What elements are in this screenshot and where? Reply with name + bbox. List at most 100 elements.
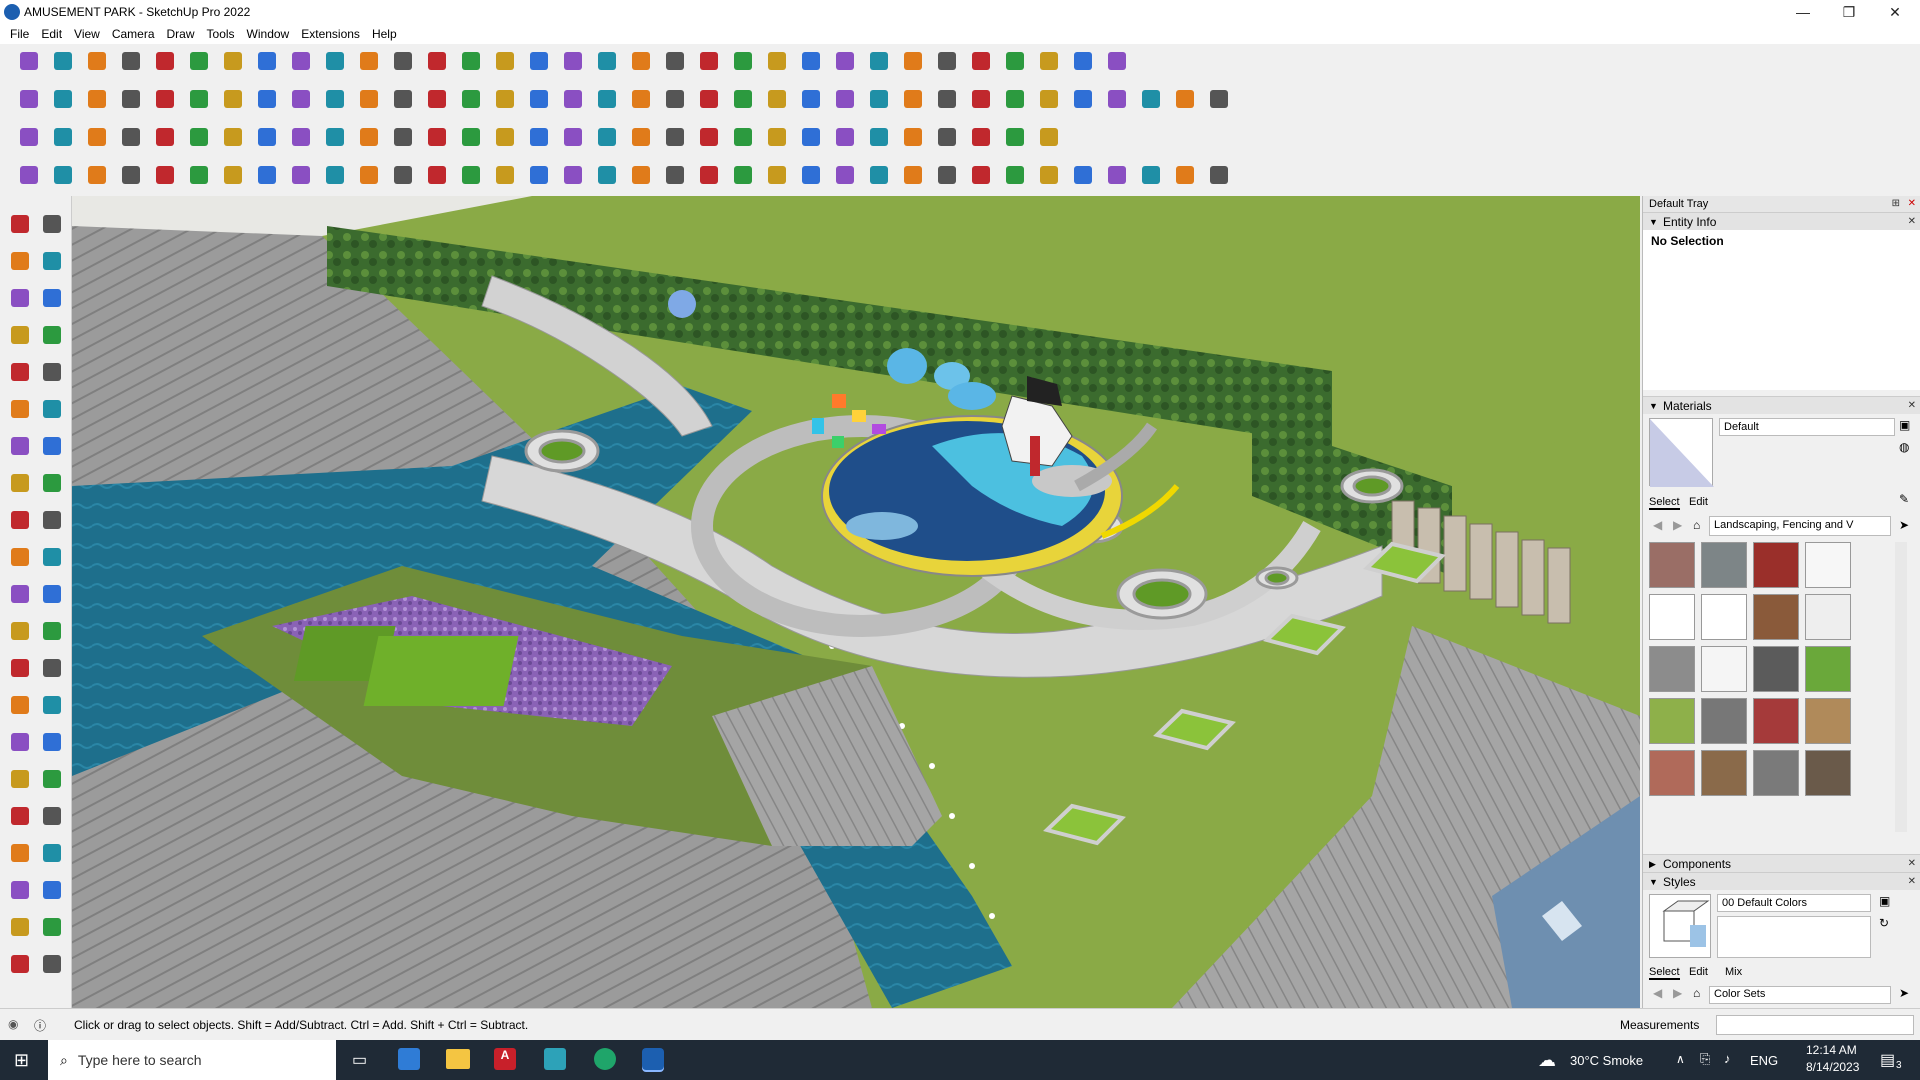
down-arrow-icon[interactable]	[934, 48, 960, 74]
acrobat-app-icon[interactable]: A	[494, 1048, 516, 1070]
sample-paint-icon[interactable]: ✎	[1899, 492, 1909, 506]
app-icon[interactable]	[544, 1048, 566, 1070]
extension-icon[interactable]	[866, 48, 892, 74]
material-swatch[interactable]	[1805, 750, 1851, 796]
material-swatch[interactable]	[1805, 594, 1851, 640]
intersect-tool-icon[interactable]	[38, 913, 66, 941]
star-blue-icon[interactable]	[458, 124, 484, 150]
styles-tab-select[interactable]: Select	[1649, 966, 1680, 980]
rotated-rect-icon[interactable]	[38, 358, 66, 386]
top-view-icon[interactable]	[50, 86, 76, 112]
hand-grab-icon[interactable]	[526, 162, 552, 188]
material-swatch[interactable]	[1701, 594, 1747, 640]
camera-icon[interactable]	[118, 124, 144, 150]
circle-tool-icon[interactable]	[6, 395, 34, 423]
cube-green-icon[interactable]	[764, 124, 790, 150]
stone-icon[interactable]	[1206, 86, 1232, 112]
rectangle-icon[interactable]	[186, 48, 212, 74]
material-swatch[interactable]	[1805, 646, 1851, 692]
task-view-icon[interactable]: ▭	[352, 1050, 367, 1070]
column-icon[interactable]	[492, 162, 518, 188]
material-swatch[interactable]	[1649, 646, 1695, 692]
texture-tool-icon[interactable]	[38, 950, 66, 978]
zoom-window-tool-icon[interactable]	[38, 765, 66, 793]
look-around-icon[interactable]	[38, 839, 66, 867]
style-name-field[interactable]	[1717, 894, 1871, 912]
layer-tool-icon[interactable]	[6, 950, 34, 978]
menu-file[interactable]: File	[4, 27, 35, 41]
menu-extensions[interactable]: Extensions	[295, 27, 366, 41]
arc-orange-icon[interactable]	[152, 124, 178, 150]
sketchup-taskbar-icon[interactable]	[642, 1048, 664, 1070]
eraser-tool-icon[interactable]	[38, 247, 66, 275]
arc-icon[interactable]	[628, 86, 654, 112]
grid-lines-icon[interactable]	[1002, 162, 1028, 188]
text-icon[interactable]	[424, 48, 450, 74]
style-collection-select[interactable]: Color Sets	[1709, 986, 1891, 1004]
add-detail-icon[interactable]	[254, 86, 280, 112]
hook-icon[interactable]	[254, 162, 280, 188]
frame-icon[interactable]	[696, 162, 722, 188]
slope-icon[interactable]	[1138, 162, 1164, 188]
menu-draw[interactable]: Draw	[161, 27, 201, 41]
square-red-icon[interactable]	[186, 124, 212, 150]
wave-icon[interactable]	[934, 162, 960, 188]
tile-grid-icon[interactable]	[1036, 124, 1062, 150]
vehicle-icon[interactable]	[84, 162, 110, 188]
position-camera-icon[interactable]	[6, 839, 34, 867]
zoom-tool-icon[interactable]	[6, 765, 34, 793]
material-swatch[interactable]	[1649, 698, 1695, 744]
bars-icon[interactable]	[1036, 162, 1062, 188]
menu-tools[interactable]: Tools	[201, 27, 241, 41]
component-tool-icon[interactable]	[6, 284, 34, 312]
wall-icon[interactable]	[424, 86, 450, 112]
spiral-icon[interactable]	[594, 124, 620, 150]
mesh-dense-icon[interactable]	[968, 162, 994, 188]
materials-tab-edit[interactable]: Edit	[1689, 496, 1708, 508]
material-swatch[interactable]	[1753, 750, 1799, 796]
material-swatch[interactable]	[1753, 542, 1799, 588]
chain-icon[interactable]	[322, 124, 348, 150]
zigzag-icon[interactable]	[798, 162, 824, 188]
material-swatch[interactable]	[1753, 646, 1799, 692]
clock-time[interactable]: 12:14 AM	[1806, 1043, 1857, 1057]
volume-icon[interactable]: ♪	[1724, 1051, 1731, 1066]
cube-blue-icon[interactable]	[16, 124, 42, 150]
calculator-app-icon[interactable]	[398, 1048, 420, 1070]
wall-block-icon[interactable]	[934, 124, 960, 150]
model-viewport[interactable]	[72, 196, 1640, 1008]
layers-icon[interactable]	[832, 124, 858, 150]
arc-tool-icon[interactable]	[6, 432, 34, 460]
ellipse-icon[interactable]	[730, 86, 756, 112]
wing-icon[interactable]	[594, 162, 620, 188]
network-icon[interactable]	[662, 124, 688, 150]
menu-window[interactable]: Window	[241, 27, 296, 41]
sandbox-icon[interactable]	[152, 86, 178, 112]
follow-icon[interactable]	[118, 86, 144, 112]
material-collection-select[interactable]: Landscaping, Fencing and V	[1709, 516, 1891, 536]
material-swatch[interactable]	[1805, 542, 1851, 588]
paint-tool-icon[interactable]	[6, 247, 34, 275]
spline-red-icon[interactable]	[50, 162, 76, 188]
orbit2-tool-icon[interactable]	[6, 728, 34, 756]
styles-home-icon[interactable]: ⌂	[1693, 986, 1700, 1000]
hand-icon[interactable]	[1104, 48, 1130, 74]
notification-icon[interactable]: ▤	[1880, 1050, 1895, 1070]
text-tool-icon[interactable]	[38, 654, 66, 682]
comb-icon[interactable]	[662, 162, 688, 188]
shelf-icon[interactable]	[1138, 86, 1164, 112]
clock-date[interactable]: 8/14/2023	[1806, 1060, 1859, 1074]
explode-icon[interactable]	[866, 86, 892, 112]
arch-icon[interactable]	[390, 162, 416, 188]
warehouse-icon[interactable]	[798, 48, 824, 74]
book-icon[interactable]	[1036, 86, 1062, 112]
plane-icon[interactable]	[50, 124, 76, 150]
styles-details-arrow-icon[interactable]: ➤	[1899, 986, 1909, 1000]
parallelogram-icon[interactable]	[764, 86, 790, 112]
freehand-tool-icon[interactable]	[38, 321, 66, 349]
union-icon[interactable]	[730, 48, 756, 74]
materials-close-icon[interactable]: ✕	[1908, 397, 1916, 415]
material-swatch[interactable]	[1701, 698, 1747, 744]
material-swatch[interactable]	[1701, 646, 1747, 692]
components-header[interactable]: ▶ Components ✕	[1643, 854, 1920, 872]
